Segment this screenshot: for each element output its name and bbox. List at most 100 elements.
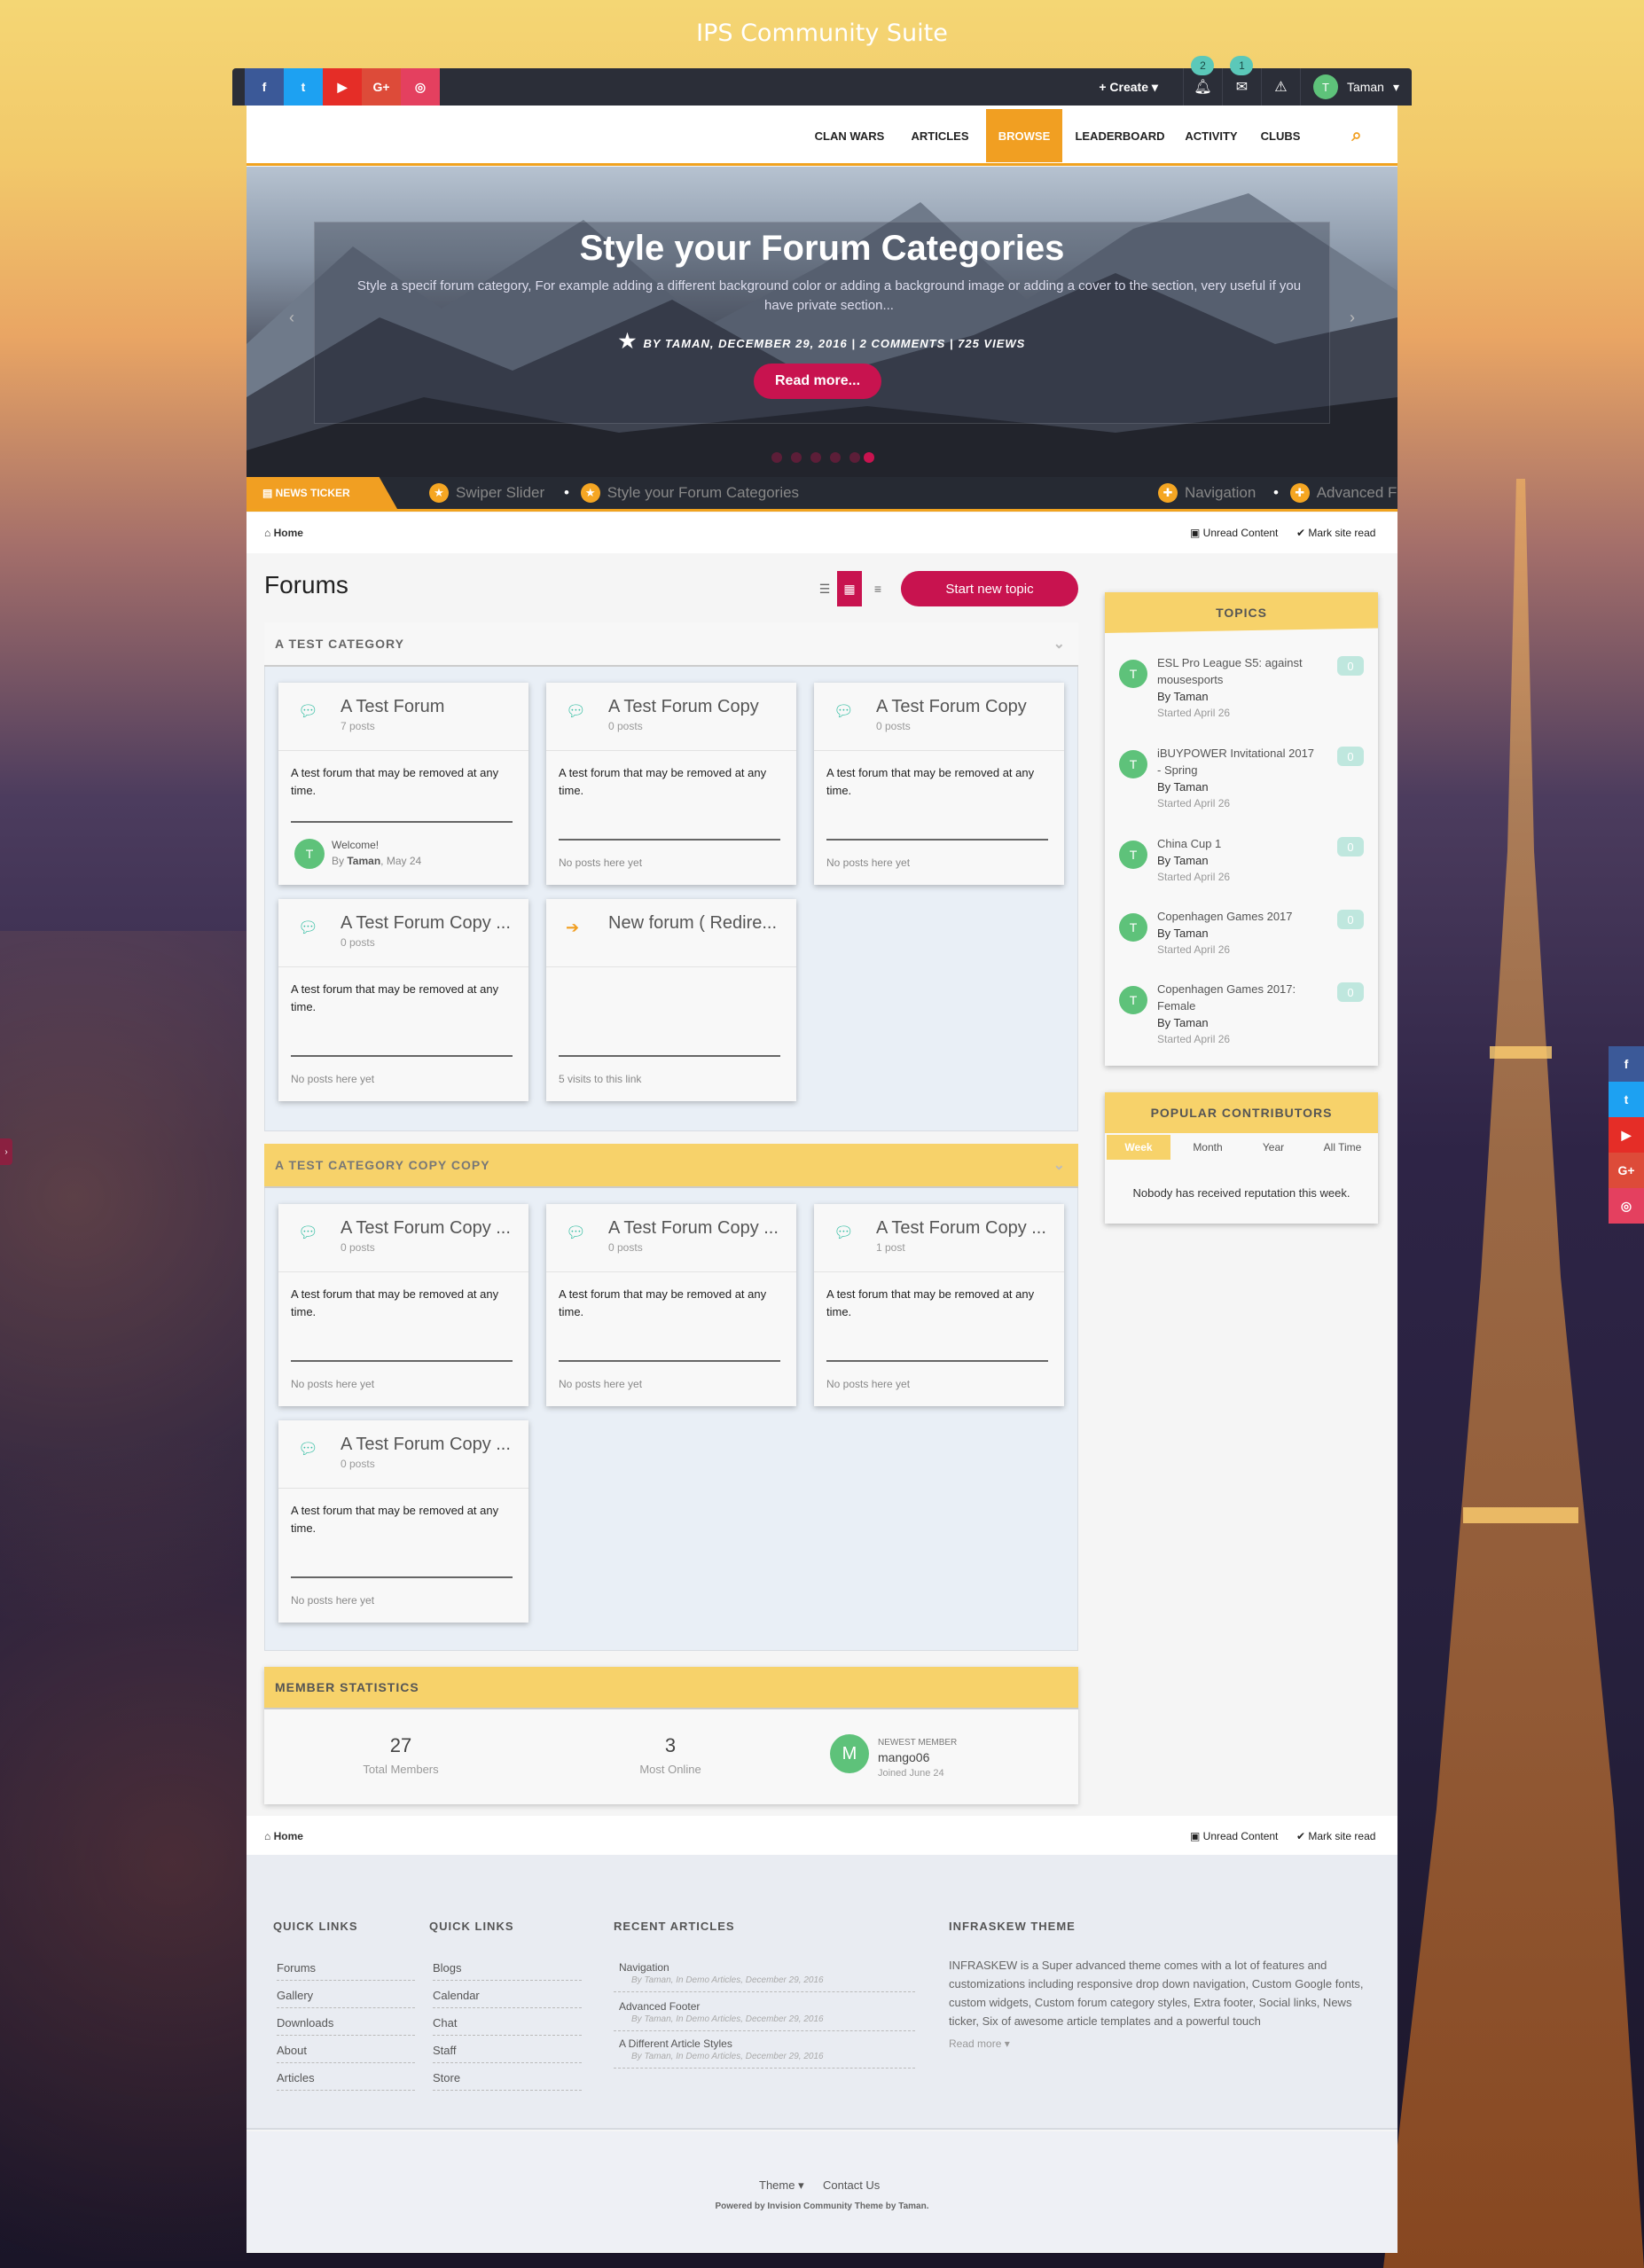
forum-card[interactable]: 💬︎ A Test Forum Copy 0 posts A test foru… (546, 683, 796, 885)
footer-link[interactable]: Calendar (433, 1989, 582, 2008)
twitter-icon[interactable]: t (284, 68, 323, 106)
footer-link[interactable]: Downloads (277, 2016, 415, 2036)
footer-link[interactable]: Blogs (433, 1961, 582, 1981)
avatar[interactable]: T (1119, 913, 1147, 942)
youtube-icon[interactable]: ▶ (1609, 1117, 1644, 1153)
ticker-item[interactable]: • ★ Style your Forum Categories (564, 477, 799, 509)
nav-leaderboard[interactable]: LEADERBOARD (1071, 109, 1169, 162)
avatar[interactable]: T (294, 839, 325, 869)
reports-button[interactable]: ⚠ (1260, 68, 1300, 106)
footer-read-more-link[interactable]: Read more ▾ (949, 2037, 1010, 2050)
ticker-item[interactable]: ✚ Navigation (1158, 477, 1256, 509)
ticker-item[interactable]: ★ Swiper Slider (429, 477, 544, 509)
tab-all-time[interactable]: All Time (1309, 1135, 1376, 1160)
forum-card[interactable]: 💬︎ A Test Forum Copy ... 0 posts A test … (278, 1420, 528, 1623)
last-post-title[interactable]: Welcome! (332, 839, 379, 851)
site-title[interactable]: IPS Community Suite (0, 20, 1644, 47)
grid-view-icon[interactable]: ▦ (837, 571, 862, 606)
user-menu[interactable]: T Taman ▾ (1299, 68, 1412, 106)
slider-dot[interactable] (810, 452, 821, 463)
avatar[interactable]: T (1119, 660, 1147, 688)
tab-month[interactable]: Month (1176, 1135, 1240, 1160)
nav-articles[interactable]: ARTICLES (901, 109, 979, 162)
youtube-icon[interactable]: ▶ (323, 68, 362, 106)
unread-content-link[interactable]: ▣ Unread Content (1190, 1830, 1278, 1842)
footer-link[interactable]: About (277, 2044, 415, 2063)
forum-name[interactable]: A Test Forum Copy ... (341, 1435, 518, 1455)
forum-card[interactable]: 💬︎ A Test Forum Copy 0 posts A test foru… (814, 683, 1064, 885)
slider-dot-active[interactable] (864, 452, 874, 463)
ticker-item[interactable]: • ✚ Advanced F (1273, 477, 1397, 509)
recent-article-title[interactable]: Navigation (619, 1961, 669, 1974)
mark-site-read-link[interactable]: ✔ Mark site read (1296, 527, 1375, 539)
breadcrumb-home[interactable]: ⌂ Home (264, 527, 303, 539)
slider-dot[interactable] (771, 452, 782, 463)
topic-title[interactable]: Copenhagen Games 2017: Female (1157, 981, 1317, 1014)
forum-name[interactable]: New forum ( Redire... (608, 913, 786, 934)
forum-card[interactable]: 💬︎ A Test Forum Copy ... 0 posts A test … (278, 899, 528, 1101)
facebook-icon[interactable]: f (1609, 1046, 1644, 1082)
forum-card[interactable]: ➔ New forum ( Redire... 5 visits to this… (546, 899, 796, 1101)
forum-name[interactable]: A Test Forum Copy (608, 697, 786, 717)
breadcrumb-home[interactable]: ⌂ Home (264, 1830, 303, 1842)
slider-dot[interactable] (830, 452, 841, 463)
instagram-icon[interactable]: ◎ (1609, 1188, 1644, 1224)
forum-name[interactable]: A Test Forum Copy ... (876, 1218, 1053, 1239)
recent-article-title[interactable]: A Different Article Styles (619, 2037, 732, 2050)
chevron-down-icon[interactable]: ⌄ (1053, 635, 1066, 653)
google-plus-icon[interactable]: G+ (362, 68, 401, 106)
topic-title[interactable]: iBUYPOWER Invitational 2017 - Spring (1157, 745, 1317, 778)
nav-clan-wars[interactable]: CLAN WARS (805, 109, 894, 162)
contact-us-link[interactable]: Contact Us (823, 2178, 880, 2192)
newest-member-name[interactable]: mango06 (878, 1750, 929, 1764)
slider-next-icon[interactable]: › (1350, 309, 1355, 327)
hero-title[interactable]: Style your Forum Categories (247, 229, 1397, 269)
forum-name[interactable]: A Test Forum Copy ... (608, 1218, 786, 1239)
forum-name[interactable]: A Test Forum (341, 697, 518, 717)
nav-clubs[interactable]: CLUBS (1252, 109, 1309, 162)
footer-link[interactable]: Articles (277, 2071, 415, 2091)
slider-dot[interactable] (791, 452, 802, 463)
slider-prev-icon[interactable]: ‹ (289, 309, 294, 327)
read-more-button[interactable]: Read more... (754, 364, 881, 399)
facebook-icon[interactable]: f (245, 68, 284, 106)
avatar[interactable]: T (1119, 750, 1147, 778)
footer-link[interactable]: Chat (433, 2016, 582, 2036)
forum-card[interactable]: 💬︎ A Test Forum Copy ... 0 posts A test … (278, 1204, 528, 1406)
topic-title[interactable]: Copenhagen Games 2017 (1157, 908, 1317, 925)
chevron-down-icon[interactable]: ⌄ (1053, 1156, 1066, 1174)
unread-content-link[interactable]: ▣ Unread Content (1190, 527, 1278, 539)
theme-selector[interactable]: Theme ▾ (759, 2178, 804, 2193)
recent-article-title[interactable]: Advanced Footer (619, 2000, 700, 2013)
category-header[interactable]: A TEST CATEGORY COPY COPY ⌄ (264, 1144, 1078, 1188)
last-post-author[interactable]: Taman (347, 855, 380, 867)
topic-title[interactable]: China Cup 1 (1157, 835, 1317, 852)
footer-link[interactable]: Store (433, 2071, 582, 2091)
footer-link[interactable]: Gallery (277, 1989, 415, 2008)
nav-activity[interactable]: ACTIVITY (1176, 109, 1247, 162)
notifications-button[interactable]: 🔔︎ 2 (1182, 56, 1222, 106)
tab-week[interactable]: Week (1107, 1135, 1170, 1160)
list-view-icon[interactable]: ≡ (865, 571, 890, 606)
instagram-icon[interactable]: ◎ (401, 68, 440, 106)
forum-card[interactable]: 💬︎ A Test Forum Copy ... 1 post A test f… (814, 1204, 1064, 1406)
category-header[interactable]: A TEST CATEGORY ⌄ (264, 622, 1078, 667)
create-button[interactable]: + Create ▾ (1074, 80, 1183, 95)
topic-title[interactable]: ESL Pro League S5: against mousesports (1157, 654, 1317, 688)
nav-browse[interactable]: BROWSE (986, 109, 1062, 162)
avatar[interactable]: T (1119, 986, 1147, 1014)
tab-year[interactable]: Year (1241, 1135, 1305, 1160)
forum-card[interactable]: 💬︎ A Test Forum Copy ... 0 posts A test … (546, 1204, 796, 1406)
footer-link[interactable]: Forums (277, 1961, 415, 1981)
twitter-icon[interactable]: t (1609, 1082, 1644, 1117)
forum-name[interactable]: A Test Forum Copy ... (341, 913, 518, 934)
start-new-topic-button[interactable]: Start new topic (901, 571, 1078, 606)
forum-name[interactable]: A Test Forum Copy (876, 697, 1053, 717)
avatar[interactable]: M (830, 1734, 869, 1773)
messages-button[interactable]: ✉ 1 (1221, 56, 1261, 106)
search-icon[interactable]: ⌕ (1339, 109, 1374, 162)
table-view-icon[interactable]: ☰ (812, 571, 837, 606)
slider-dot[interactable] (849, 452, 860, 463)
google-plus-icon[interactable]: G+ (1609, 1153, 1644, 1188)
avatar[interactable]: T (1119, 841, 1147, 869)
